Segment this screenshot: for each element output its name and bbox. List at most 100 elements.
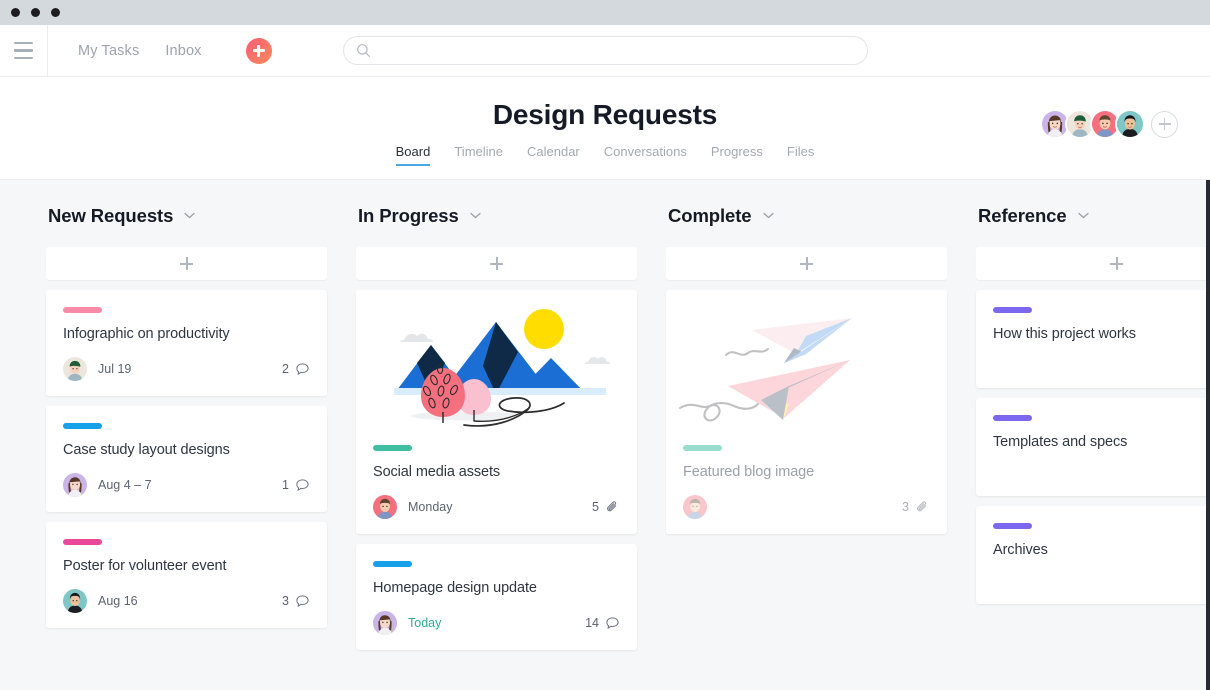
card-title: Social media assets [373, 464, 620, 480]
column-title: Reference [978, 205, 1067, 227]
card-title: Archives [993, 542, 1210, 558]
board-column-new-requests: New Requests Infographic on productivity [46, 202, 327, 690]
card-title: Case study layout designs [63, 442, 310, 458]
add-task-button[interactable] [356, 247, 637, 280]
add-task-button[interactable] [46, 247, 327, 280]
column-header[interactable]: Complete [666, 202, 947, 230]
card-meta: Monday 5 [373, 495, 620, 519]
window-close-button[interactable] [11, 8, 20, 17]
column-title: Complete [668, 205, 752, 227]
nav-item-my-tasks[interactable]: My Tasks [78, 43, 139, 59]
card-title: Featured blog image [683, 464, 930, 480]
card-tag [993, 307, 1032, 313]
search-input[interactable] [379, 43, 859, 58]
card-tag [63, 423, 102, 429]
add-task-button[interactable] [666, 247, 947, 280]
window-maximize-button[interactable] [51, 8, 60, 17]
card-due-date: Monday [408, 500, 452, 514]
chevron-down-icon[interactable] [763, 211, 774, 222]
search-icon [356, 43, 371, 58]
comment-icon [295, 362, 310, 377]
attachment-icon [915, 500, 930, 515]
board-column-in-progress: In Progress [356, 202, 637, 690]
plus-icon [800, 257, 813, 270]
card-meta: 3 [683, 495, 930, 519]
avatar-assignee[interactable] [63, 357, 87, 381]
add-task-button[interactable] [976, 247, 1210, 280]
sidebar-toggle-button[interactable] [0, 25, 48, 76]
card-due-date: Today [408, 616, 441, 630]
card-tag [993, 523, 1032, 529]
comment-count: 3 [282, 594, 289, 608]
avatar-assignee[interactable] [63, 589, 87, 613]
search-bar[interactable] [343, 36, 868, 65]
avatar-assignee[interactable] [63, 473, 87, 497]
task-card[interactable]: Case study layout designs [46, 406, 327, 512]
tab-progress[interactable]: Progress [711, 144, 763, 166]
card-title: Templates and specs [993, 434, 1210, 450]
tab-files[interactable]: Files [787, 144, 814, 166]
project-header: Design Requests Board Timeline Calendar … [0, 77, 1210, 180]
avatar-member-4[interactable] [1115, 109, 1145, 139]
scrollbar-thumb[interactable] [1206, 180, 1210, 690]
card-due-date: Aug 16 [98, 594, 138, 608]
mountain-landscape-illustration [356, 290, 637, 445]
avatar-assignee[interactable] [373, 495, 397, 519]
task-card[interactable]: Templates and specs [976, 398, 1210, 496]
card-title: How this project works [993, 326, 1210, 342]
card-due-date: Aug 4 – 7 [98, 478, 152, 492]
column-header[interactable]: Reference [976, 202, 1210, 230]
nav-item-inbox[interactable]: Inbox [165, 43, 201, 59]
comment-count: 14 [585, 616, 599, 630]
comment-icon [605, 616, 620, 631]
add-member-button[interactable] [1151, 111, 1178, 138]
task-card[interactable]: Poster for volunteer event Aug 16 [46, 522, 327, 628]
task-card[interactable]: Homepage design update [356, 544, 637, 650]
card-meta: Aug 4 – 7 1 [63, 473, 310, 497]
avatar-assignee[interactable] [683, 495, 707, 519]
attachment-count: 3 [902, 500, 909, 514]
paper-planes-illustration [666, 290, 947, 445]
task-card[interactable]: How this project works [976, 290, 1210, 388]
column-header[interactable]: In Progress [356, 202, 637, 230]
avatar-assignee[interactable] [373, 611, 397, 635]
chevron-down-icon[interactable] [1078, 211, 1089, 222]
project-members [1045, 109, 1178, 139]
comment-icon [295, 594, 310, 609]
task-card[interactable]: Infographic on productivity Jul 19 [46, 290, 327, 396]
card-tag [993, 415, 1032, 421]
tab-conversations[interactable]: Conversations [604, 144, 687, 166]
comment-count: 2 [282, 362, 289, 376]
chevron-down-icon[interactable] [184, 211, 195, 222]
window-minimize-button[interactable] [31, 8, 40, 17]
quick-add-button[interactable] [246, 38, 272, 64]
page-title: Design Requests [0, 99, 1210, 131]
task-card[interactable]: Social media assets Monday [356, 290, 637, 534]
card-tag [373, 445, 412, 451]
card-meta: Jul 19 2 [63, 357, 310, 381]
comment-icon [295, 478, 310, 493]
task-card[interactable]: Archives [976, 506, 1210, 604]
card-tag [683, 445, 722, 451]
card-tag [63, 539, 102, 545]
kanban-board: New Requests Infographic on productivity [0, 180, 1210, 690]
project-tabs: Board Timeline Calendar Conversations Pr… [0, 144, 1210, 166]
board-column-reference: Reference How this project works Templat… [976, 202, 1210, 690]
card-meta: Aug 16 3 [63, 589, 310, 613]
card-meta: Today 14 [373, 611, 620, 635]
tab-calendar[interactable]: Calendar [527, 144, 580, 166]
hamburger-icon [14, 42, 33, 60]
tab-board[interactable]: Board [396, 144, 431, 166]
card-title: Homepage design update [373, 580, 620, 596]
comment-count: 1 [282, 478, 289, 492]
chevron-down-icon[interactable] [470, 211, 481, 222]
plus-icon [490, 257, 503, 270]
plus-icon [180, 257, 193, 270]
column-header[interactable]: New Requests [46, 202, 327, 230]
tab-timeline[interactable]: Timeline [454, 144, 503, 166]
task-card[interactable]: Featured blog image 3 [666, 290, 947, 534]
column-title: In Progress [358, 205, 459, 227]
board-scrollbar[interactable] [1206, 180, 1210, 690]
window-titlebar [0, 0, 1210, 25]
attachment-icon [605, 500, 620, 515]
